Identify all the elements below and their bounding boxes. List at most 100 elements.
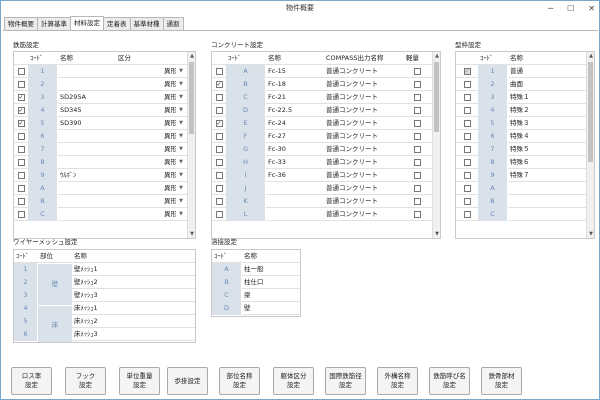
- scroll-thumb[interactable]: [189, 62, 194, 134]
- vertical-scrollbar[interactable]: ▲ ▼: [187, 52, 195, 238]
- rebar-kubun-cell[interactable]: 異形: [116, 208, 176, 221]
- welding-name-cell[interactable]: 梁: [242, 289, 300, 302]
- rebar-name-cell[interactable]: [58, 65, 116, 78]
- formwork-name-cell[interactable]: 普通: [508, 65, 578, 78]
- concrete-name-cell[interactable]: Fc-22.5: [266, 104, 324, 117]
- concrete-compass-cell[interactable]: 普通コンクリート: [324, 117, 404, 130]
- scroll-thumb[interactable]: [434, 62, 439, 132]
- maximize-icon[interactable]: ☐: [567, 1, 574, 16]
- rebar-checkbox-7[interactable]: [17, 145, 25, 153]
- concrete-light-checkbox-A[interactable]: [413, 67, 421, 75]
- formwork-checkbox-A[interactable]: [463, 184, 471, 192]
- rebar-checkbox-4[interactable]: ✓: [17, 106, 25, 114]
- tab-3[interactable]: 定着表: [103, 17, 131, 30]
- minimize-icon[interactable]: ─: [548, 1, 553, 16]
- rebar-kubun-cell[interactable]: 異形: [116, 182, 176, 195]
- rebar-name-cell[interactable]: [58, 195, 116, 208]
- concrete-name-cell[interactable]: Fc-36: [266, 169, 324, 182]
- rebar-checkbox-B[interactable]: [17, 197, 25, 205]
- rebar-checkbox-1[interactable]: [17, 67, 25, 75]
- tab-0[interactable]: 物件概要: [4, 17, 38, 30]
- settings-button-5[interactable]: 躯体区分 設定: [273, 367, 314, 395]
- formwork-checkbox-5[interactable]: [463, 119, 471, 127]
- formwork-name-cell[interactable]: 曲面: [508, 78, 578, 91]
- scroll-up-icon[interactable]: ▲: [433, 52, 440, 60]
- concrete-compass-cell[interactable]: 普通コンクリート: [324, 91, 404, 104]
- chevron-down-icon[interactable]: ▼: [176, 208, 186, 221]
- concrete-compass-cell[interactable]: 普通コンクリート: [324, 169, 404, 182]
- tab-5[interactable]: 通割: [162, 17, 184, 30]
- concrete-compass-cell[interactable]: 普通コンクリート: [324, 104, 404, 117]
- concrete-light-checkbox-L[interactable]: [413, 210, 421, 218]
- formwork-checkbox-2[interactable]: [463, 80, 471, 88]
- concrete-light-checkbox-I[interactable]: [413, 171, 421, 179]
- concrete-checkbox-H[interactable]: [215, 158, 223, 166]
- concrete-name-cell[interactable]: Fc-24: [266, 117, 324, 130]
- chevron-down-icon[interactable]: ▼: [176, 195, 186, 208]
- settings-button-8[interactable]: 鉄筋呼び名 設定: [429, 367, 470, 395]
- concrete-checkbox-D[interactable]: [215, 106, 223, 114]
- concrete-name-cell[interactable]: Fc-21: [266, 91, 324, 104]
- concrete-name-cell[interactable]: [266, 208, 324, 221]
- rebar-checkbox-3[interactable]: ✓: [17, 93, 25, 101]
- settings-button-4[interactable]: 部位名称 設定: [219, 367, 260, 395]
- formwork-name-cell[interactable]: [508, 182, 578, 195]
- wiremesh-name-cell[interactable]: 床ﾒｯｼｭ2: [72, 315, 172, 328]
- rebar-kubun-cell[interactable]: 異形: [116, 65, 176, 78]
- settings-button-1[interactable]: フック 設定: [65, 367, 106, 395]
- rebar-name-cell[interactable]: [58, 130, 116, 143]
- settings-button-7[interactable]: 外構名称 設定: [377, 367, 418, 395]
- formwork-checkbox-6[interactable]: [463, 132, 471, 140]
- rebar-name-cell[interactable]: [58, 143, 116, 156]
- concrete-compass-cell[interactable]: 普通コンクリート: [324, 143, 404, 156]
- concrete-checkbox-E[interactable]: ✓: [215, 119, 223, 127]
- tab-4[interactable]: 基準材種: [129, 17, 164, 30]
- concrete-light-checkbox-F[interactable]: [413, 132, 421, 140]
- concrete-compass-cell[interactable]: 普通コンクリート: [324, 65, 404, 78]
- chevron-down-icon[interactable]: ▼: [176, 143, 186, 156]
- wiremesh-name-cell[interactable]: 壁ﾒｯｼｭ3: [72, 289, 172, 302]
- rebar-kubun-cell[interactable]: 異形: [116, 169, 176, 182]
- formwork-name-cell[interactable]: [508, 195, 578, 208]
- rebar-kubun-cell[interactable]: 異形: [116, 104, 176, 117]
- formwork-checkbox-9[interactable]: [463, 171, 471, 179]
- scroll-up-icon[interactable]: ▲: [188, 52, 195, 60]
- concrete-light-checkbox-J[interactable]: [413, 184, 421, 192]
- chevron-down-icon[interactable]: ▼: [176, 65, 186, 78]
- concrete-light-checkbox-E[interactable]: [413, 119, 421, 127]
- concrete-name-cell[interactable]: Fc-15: [266, 65, 324, 78]
- formwork-checkbox-C[interactable]: [463, 210, 471, 218]
- settings-button-3[interactable]: 歩掛設定: [167, 367, 208, 395]
- tab-2[interactable]: 材料設定: [70, 16, 104, 30]
- formwork-name-cell[interactable]: 特殊２: [508, 104, 578, 117]
- wiremesh-name-cell[interactable]: 床ﾒｯｼｭ1: [72, 302, 172, 315]
- rebar-kubun-cell[interactable]: 異形: [116, 78, 176, 91]
- settings-button-6[interactable]: 国際鉄筋径 設定: [325, 367, 366, 395]
- chevron-down-icon[interactable]: ▼: [176, 104, 186, 117]
- formwork-checkbox-7[interactable]: [463, 145, 471, 153]
- rebar-name-cell[interactable]: [58, 182, 116, 195]
- concrete-light-checkbox-B[interactable]: [413, 80, 421, 88]
- rebar-name-cell[interactable]: [58, 208, 116, 221]
- formwork-name-cell[interactable]: 特殊５: [508, 143, 578, 156]
- rebar-kubun-cell[interactable]: 異形: [116, 143, 176, 156]
- formwork-name-cell[interactable]: 特殊６: [508, 156, 578, 169]
- formwork-name-cell[interactable]: 特殊３: [508, 117, 578, 130]
- concrete-checkbox-A[interactable]: [215, 67, 223, 75]
- rebar-checkbox-5[interactable]: ✓: [17, 119, 25, 127]
- concrete-name-cell[interactable]: Fc-27: [266, 130, 324, 143]
- scroll-up-icon[interactable]: ▲: [587, 52, 594, 60]
- concrete-compass-cell[interactable]: 普通コンクリート: [324, 78, 404, 91]
- formwork-checkbox-B[interactable]: [463, 197, 471, 205]
- welding-name-cell[interactable]: 柱仕口: [242, 276, 300, 289]
- rebar-name-cell[interactable]: SD295A: [58, 91, 116, 104]
- rebar-checkbox-2[interactable]: [17, 80, 25, 88]
- rebar-checkbox-8[interactable]: [17, 158, 25, 166]
- concrete-light-checkbox-G[interactable]: [413, 145, 421, 153]
- concrete-checkbox-B[interactable]: ✓: [215, 80, 223, 88]
- vertical-scrollbar[interactable]: ▲ ▼: [586, 52, 594, 238]
- concrete-compass-cell[interactable]: 普通コンクリート: [324, 156, 404, 169]
- close-icon[interactable]: ✕: [588, 1, 595, 16]
- welding-name-cell[interactable]: 壁: [242, 302, 300, 315]
- chevron-down-icon[interactable]: ▼: [176, 130, 186, 143]
